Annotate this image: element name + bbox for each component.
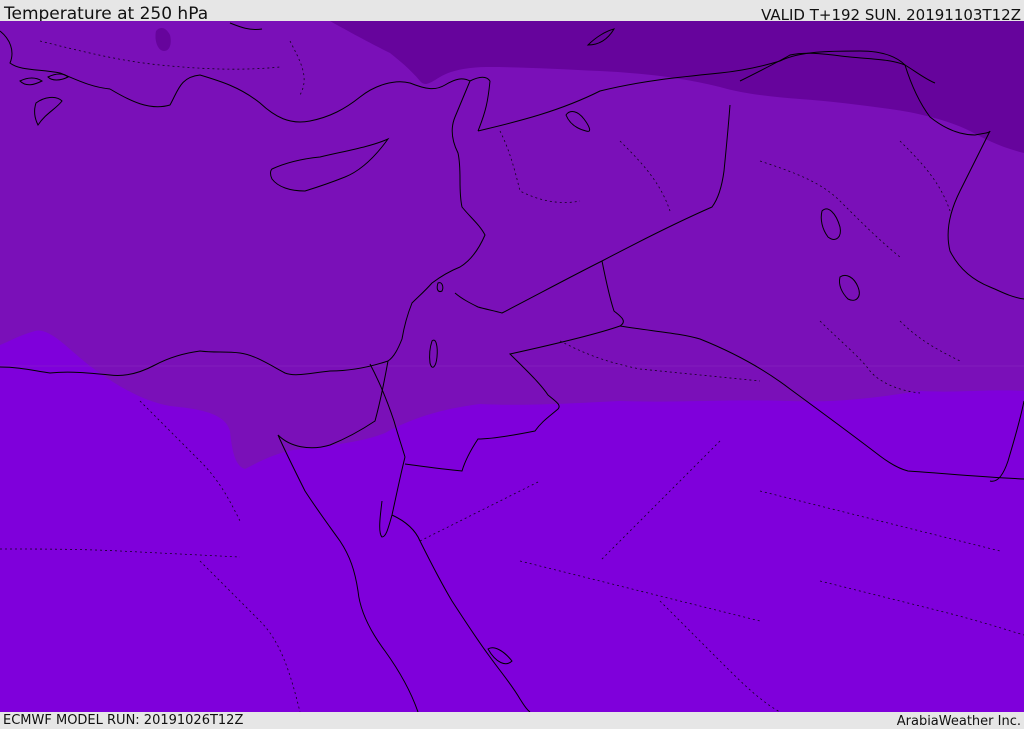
credit-label: ArabiaWeather Inc. — [896, 714, 1021, 729]
weather-map-page: Temperature at 250 hPa VALID T+192 SUN. … — [0, 0, 1024, 729]
model-run-label: ECMWF MODEL RUN: 20191026T12Z — [3, 713, 244, 728]
footer-bar: ECMWF MODEL RUN: 20191026T12Z ArabiaWeat… — [0, 712, 1024, 729]
map-canvas — [0, 21, 1024, 712]
title-bar: Temperature at 250 hPa VALID T+192 SUN. … — [0, 0, 1024, 24]
temperature-map — [0, 21, 1024, 712]
